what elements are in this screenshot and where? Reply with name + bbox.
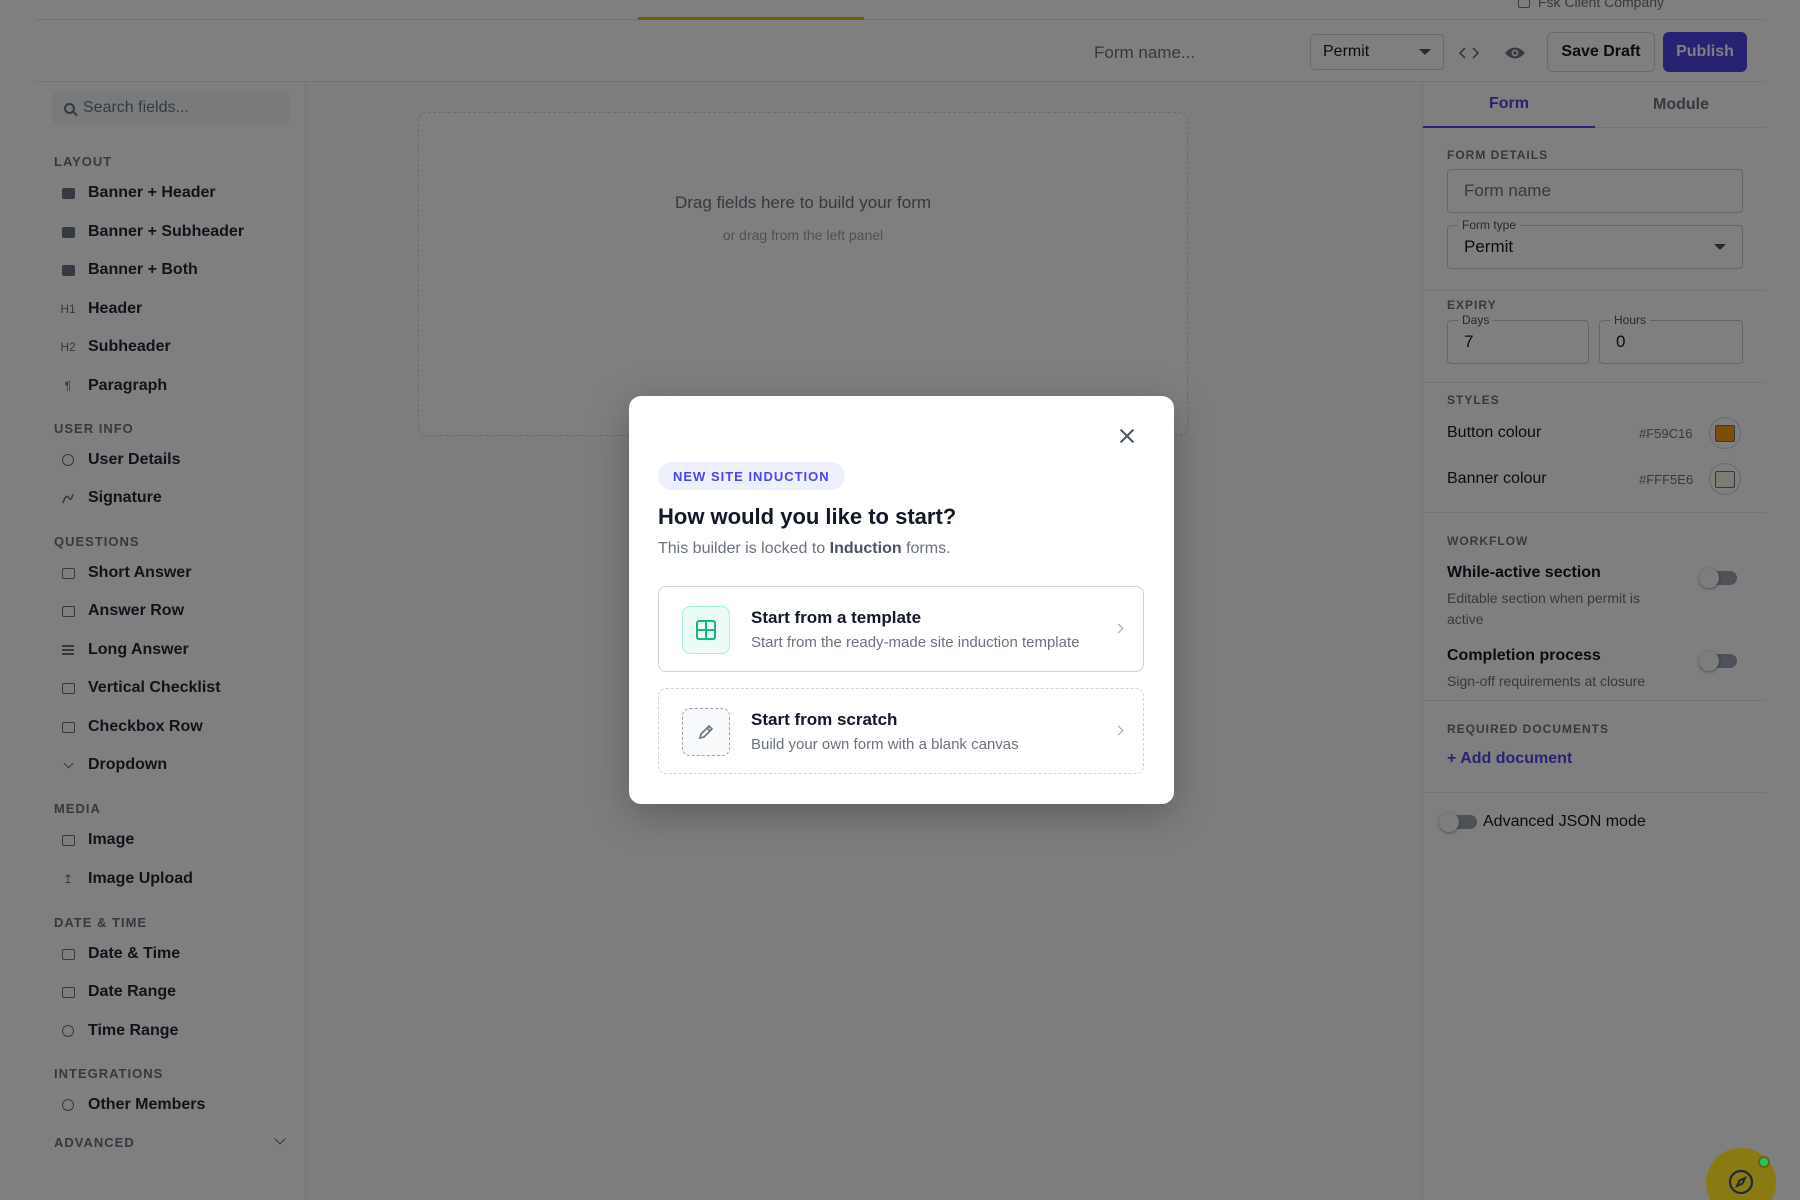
start-from-scratch-option[interactable]: Start from scratch Build your own form w… (658, 688, 1144, 774)
close-button[interactable] (1113, 422, 1141, 450)
chevron-right-icon (1113, 623, 1124, 634)
option-title: Start from scratch (751, 710, 898, 729)
online-status-dot (1758, 1156, 1770, 1168)
template-grid-icon (682, 606, 730, 654)
pencil-icon (682, 708, 730, 756)
option-description: Start from the ready-made site induction… (751, 634, 1080, 651)
subtitle-suffix: forms. (901, 540, 951, 557)
start-from-template-option[interactable]: Start from a template Start from the rea… (658, 586, 1144, 672)
option-title: Start from a template (751, 608, 922, 627)
chevron-right-icon (1113, 725, 1124, 736)
form-type-badge: NEW SITE INDUCTION (658, 462, 845, 490)
dialog-subtitle: This builder is locked to Induction form… (658, 540, 951, 558)
close-icon (1119, 428, 1135, 444)
subtitle-prefix: This builder is locked to (658, 540, 830, 557)
dialog-title: How would you like to start? (658, 504, 957, 529)
subtitle-form-type: Induction (829, 540, 902, 557)
compass-icon (1728, 1169, 1754, 1195)
start-options-dialog: NEW SITE INDUCTION How would you like to… (629, 396, 1174, 804)
option-description: Build your own form with a blank canvas (751, 736, 1019, 753)
